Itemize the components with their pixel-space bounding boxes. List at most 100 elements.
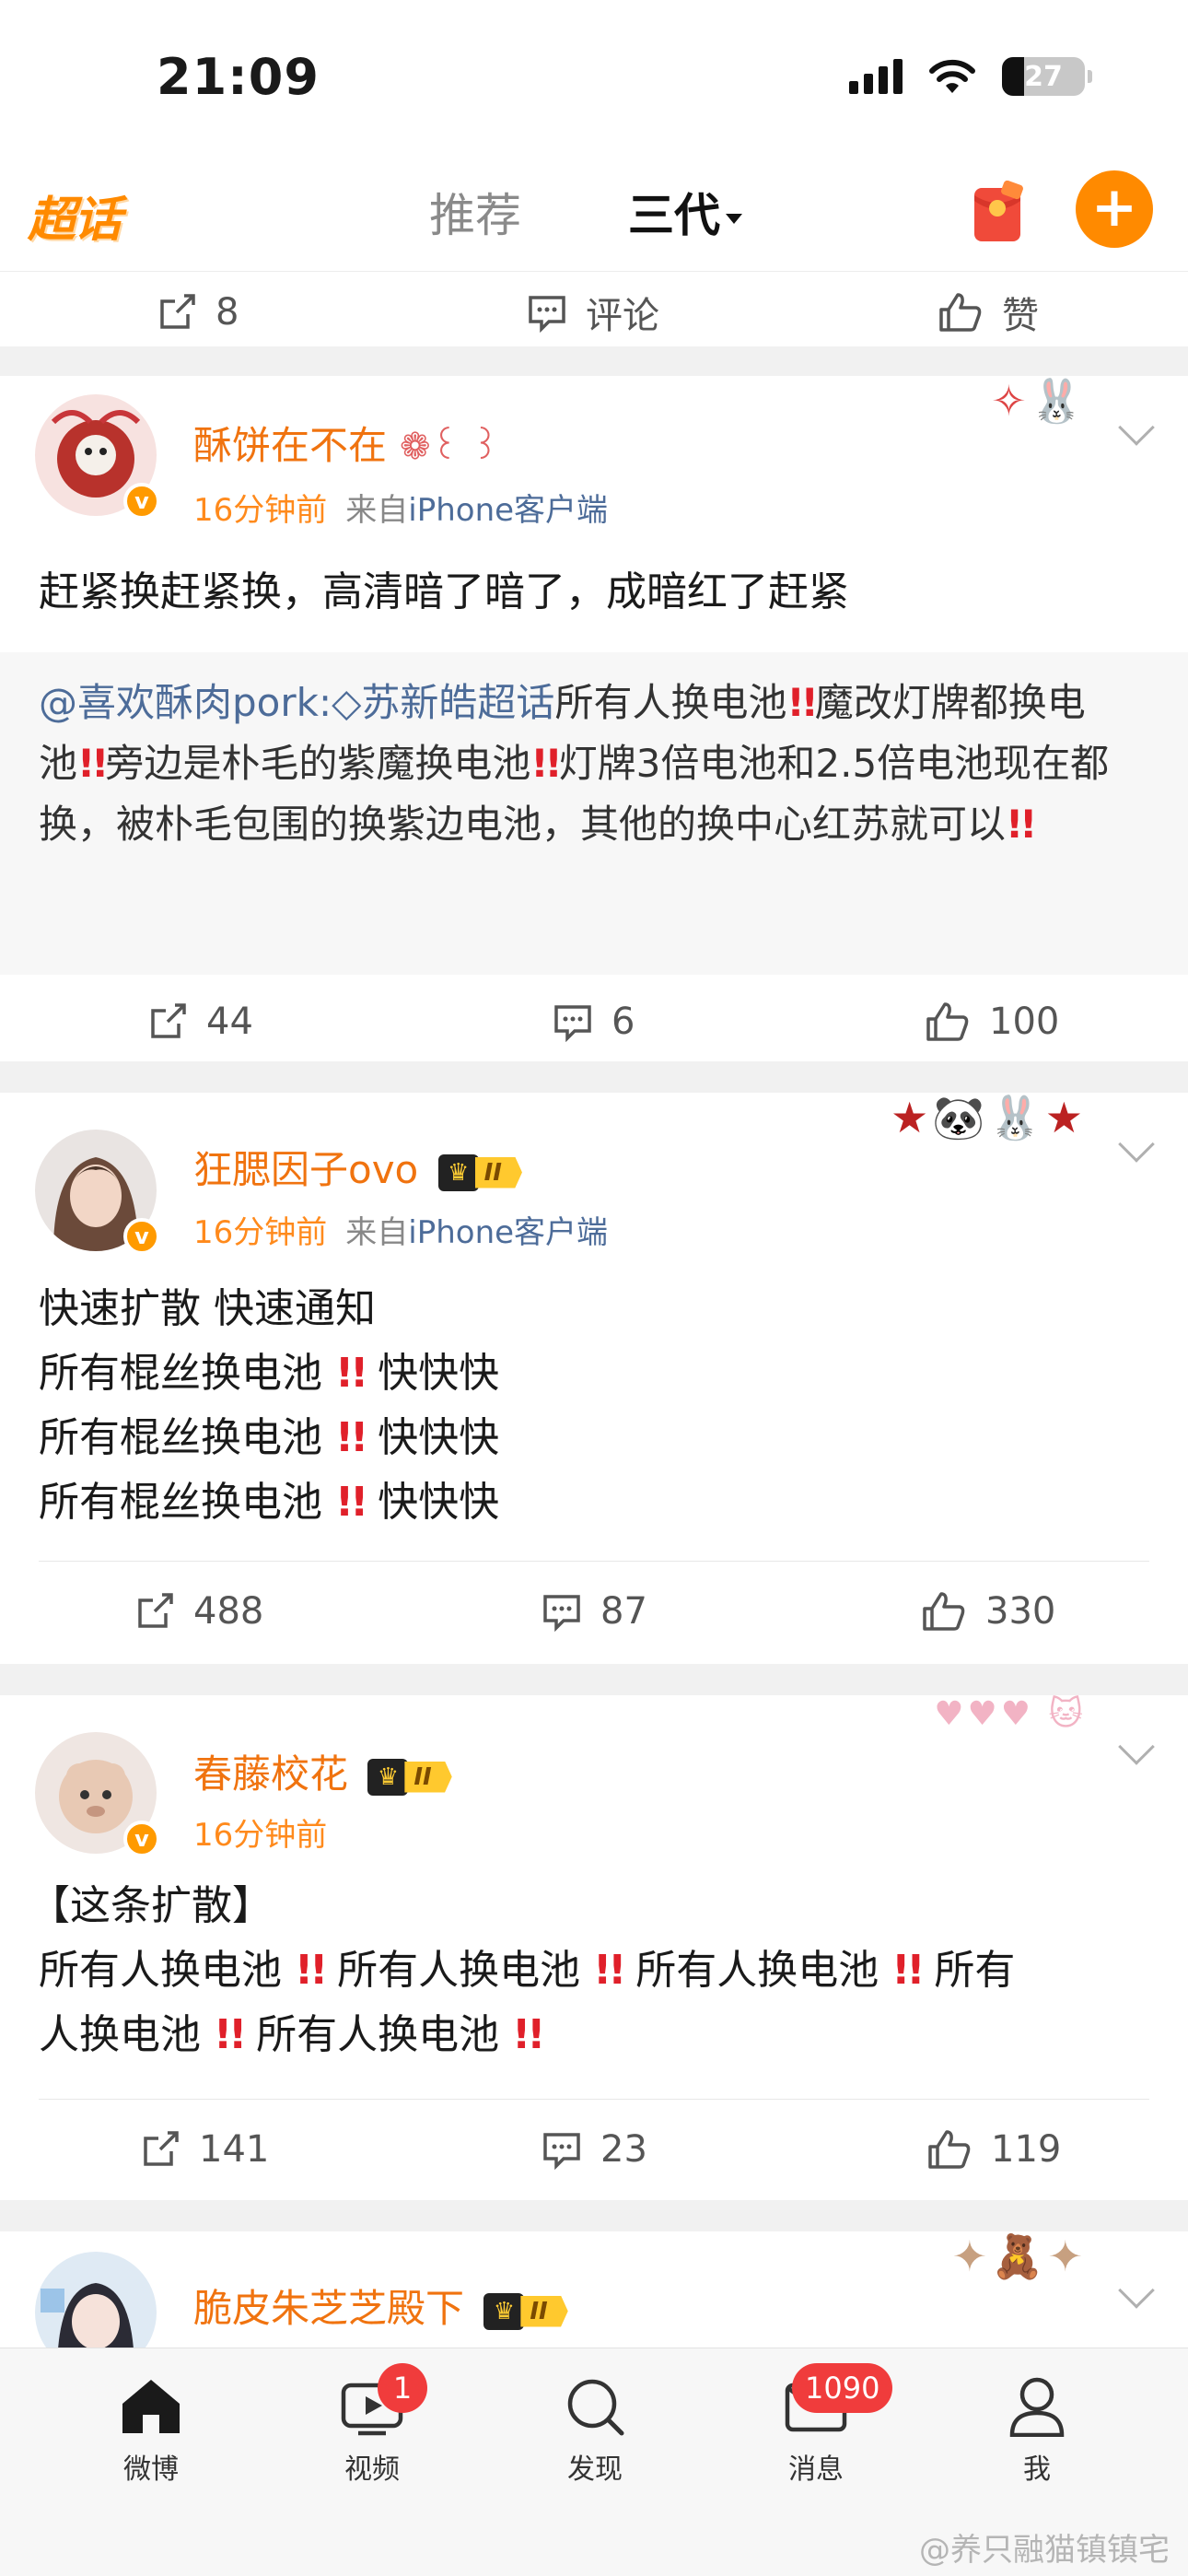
vip-crown-icon[interactable]: ♛ II	[437, 1153, 522, 1193]
username-text: 狂腮因子ovo	[193, 1147, 419, 1192]
username-text: 酥饼在不在	[193, 423, 388, 468]
like-button[interactable]: 119	[926, 2128, 1061, 2171]
tab-me[interactable]: 我	[973, 2376, 1101, 2487]
add-button[interactable]: +	[1076, 170, 1153, 248]
post-meta: 16分钟前 来自iPhone客户端	[193, 485, 608, 530]
comment-button[interactable]: 6	[553, 1001, 635, 1043]
red-envelope-icon[interactable]	[969, 181, 1026, 245]
post-time: 16分钟前	[193, 1817, 328, 1854]
thumbs-up-icon	[939, 293, 982, 332]
comment-button[interactable]: 87	[542, 1590, 647, 1633]
search-icon	[567, 2379, 624, 2436]
post-meta: 16分钟前	[193, 1809, 327, 1855]
post-line-text: 所有棍丝换电池	[39, 1350, 322, 1397]
repost-icon	[144, 2131, 179, 2166]
repost-count: 8	[215, 291, 239, 334]
chevron-down-icon[interactable]	[1118, 1126, 1155, 1163]
apple-deco-icon: ❁꒰ ꒱	[400, 426, 500, 468]
like-count: 330	[985, 1590, 1056, 1633]
repost-button[interactable]: 141	[140, 2128, 269, 2171]
avatar[interactable]: v	[35, 1130, 160, 1255]
post-separator	[0, 346, 1188, 376]
wifi-icon	[928, 58, 976, 95]
double-exclamation-icon: !!	[335, 1479, 368, 1526]
caret-down-icon	[726, 214, 742, 224]
comment-label: 评论	[586, 295, 659, 337]
repost-button[interactable]: 488	[134, 1590, 263, 1633]
repost-button[interactable]: 44	[147, 1001, 253, 1043]
post-card[interactable]: v 狂腮因子ovo ♛ II 16分钟前 来自iPhone客户端 ★🐼🐰★ 快速扩散…	[0, 1093, 1188, 1673]
sticker-deco-icon: ✧🐰	[991, 376, 1087, 426]
comment-button[interactable]: 评论	[527, 286, 659, 339]
username[interactable]: 狂腮因子ovo ♛ II	[193, 1139, 522, 1195]
quoted-topic[interactable]: 苏新皓超话	[361, 680, 554, 725]
comment-button[interactable]: 23	[542, 2128, 647, 2171]
post-source[interactable]: iPhone客户端	[408, 1214, 608, 1251]
double-exclamation-icon: !!	[891, 1947, 925, 1994]
post-action-bar: 44 6 100	[0, 982, 1188, 1061]
avatar[interactable]: v	[35, 1732, 160, 1857]
tab-weibo[interactable]: 微博	[87, 2376, 215, 2487]
username[interactable]: 酥饼在不在 ❁꒰ ꒱	[193, 415, 500, 471]
vip-crown-icon[interactable]: ♛ II	[483, 2291, 568, 2332]
post-card[interactable]: 脆皮朱芝芝殿下 ♛ II ✦🧸✦	[0, 2231, 1188, 2373]
supertopic-logo[interactable]: 超话	[28, 181, 122, 250]
vip-level: II	[520, 2295, 568, 2327]
vip-crown-icon[interactable]: ♛ II	[367, 1757, 452, 1797]
username[interactable]: 春藤校花 ♛ II	[193, 1743, 452, 1799]
status-time: 21:09	[157, 48, 320, 106]
tab-label: 消息	[788, 2453, 844, 2486]
double-exclamation-icon: !!	[335, 1350, 368, 1397]
avatar[interactable]: v	[35, 394, 160, 520]
double-exclamation-icon: !!	[77, 741, 109, 786]
crown-icon: ♛	[483, 2292, 525, 2330]
comment-icon	[543, 2133, 580, 2170]
post-card[interactable]: v 春藤校花 ♛ II 16分钟前 ♥♥♥ 🐱 【这条扩散】 所有人换电池 !! …	[0, 1695, 1188, 2200]
post-line: 赶紧换赶紧换，高清暗了暗了，成暗红了赶紧	[39, 568, 849, 615]
comment-count: 87	[600, 1590, 647, 1633]
quoted-post[interactable]: @喜欢酥肉pork:◇苏新皓超话所有人换电池!!魔改灯牌都换电池!!旁边是朴毛的…	[0, 652, 1188, 975]
repost-icon	[138, 1593, 173, 1628]
post-source-prefix: 来自	[345, 1214, 409, 1251]
post-source[interactable]: iPhone客户端	[408, 492, 608, 529]
post-body: 赶紧换赶紧换，高清暗了暗了，成暗红了赶紧	[39, 560, 1151, 625]
post-line: 【这条扩散】	[29, 1882, 273, 1929]
quoted-line: 所有人换电池	[554, 680, 787, 725]
status-bar: 21:09 27	[0, 0, 1188, 157]
tab-video[interactable]: 视频 1	[308, 2363, 437, 2487]
post-line: 所有棍丝换电池 !! 快快快	[39, 1341, 1151, 1406]
tab-messages[interactable]: 消息 1090	[751, 2363, 893, 2487]
verified-badge-icon: v	[123, 1821, 160, 1857]
quoted-mention[interactable]: @喜欢酥肉pork:	[39, 680, 332, 725]
comment-count: 23	[600, 2128, 647, 2171]
comment-count: 6	[611, 1001, 635, 1043]
sticker-deco-icon: ★🐼🐰★	[890, 1093, 1087, 1142]
post-time: 16分钟前	[193, 1214, 328, 1251]
post-card[interactable]: v 酥饼在不在 ❁꒰ ꒱ 16分钟前 来自iPhone客户端 ✧🐰 赶紧换赶紧换，高…	[0, 376, 1188, 1061]
chevron-down-icon[interactable]	[1118, 1728, 1155, 1765]
chevron-down-icon[interactable]	[1118, 409, 1155, 446]
post-time: 16分钟前	[193, 492, 328, 529]
notification-badge: 1	[378, 2363, 427, 2413]
username-text: 脆皮朱芝芝殿下	[193, 2286, 465, 2331]
like-button[interactable]: 330	[921, 1590, 1055, 1633]
post-line-text: 所有人换电池	[337, 1947, 581, 1994]
like-count: 119	[991, 2128, 1062, 2171]
double-exclamation-icon: !!	[593, 1947, 626, 1994]
tab-label: 视频	[344, 2453, 400, 2486]
username[interactable]: 脆皮朱芝芝殿下 ♛ II	[193, 2277, 568, 2334]
chevron-down-icon[interactable]	[1118, 2272, 1155, 2309]
double-exclamation-icon: !!	[335, 1414, 368, 1461]
repost-button[interactable]: 8	[157, 291, 239, 334]
post-line-text: 所有棍丝换电池	[39, 1479, 322, 1526]
like-button[interactable]: 100	[925, 1001, 1059, 1043]
tab-label: 我	[1023, 2453, 1051, 2486]
post-line-text: 所有人换电池	[39, 1947, 282, 1994]
tab-sandai[interactable]: 三代	[628, 179, 742, 251]
tab-recommend[interactable]: 推荐	[429, 179, 521, 245]
like-button[interactable]: 赞	[938, 286, 1039, 339]
tab-label: 微博	[123, 2453, 179, 2486]
verified-badge-icon: v	[123, 483, 160, 520]
status-icons: 27	[849, 57, 1092, 96]
tab-discover[interactable]: 发现	[530, 2376, 659, 2487]
